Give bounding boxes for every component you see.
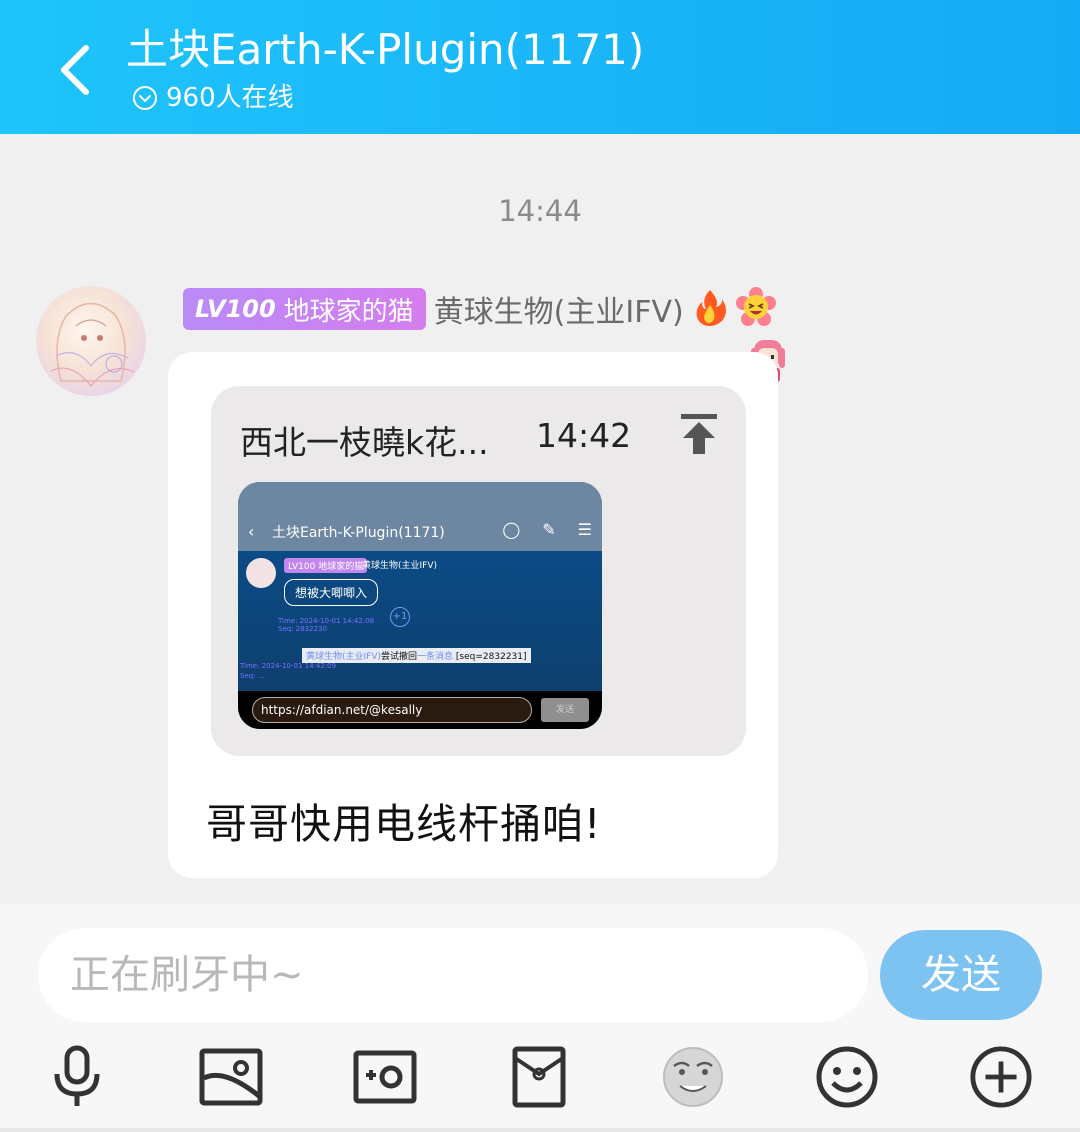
level-label: LV100 (195, 295, 276, 323)
emoji-icon[interactable] (815, 1044, 879, 1110)
screenshot-plus-one: +1 (390, 607, 410, 627)
screenshot-badge: LV100 地球家的猫 (284, 558, 368, 573)
online-count[interactable]: 960人在线 (132, 80, 294, 116)
quote-author: 西北一枝曉k花... (240, 423, 489, 462)
message-input[interactable]: 正在刷牙中~ (38, 928, 868, 1022)
sender-avatar[interactable] (36, 286, 146, 396)
message-timestamp: 14:44 (498, 194, 582, 228)
avatar-illustration (50, 302, 135, 387)
camera-icon[interactable] (353, 1044, 417, 1110)
screenshot-menu-icon: ☰ (577, 520, 592, 539)
sender-name-row: LV100 地球家的猫 黄球生物(主业IFV) (183, 287, 776, 331)
red-packet-icon[interactable] (507, 1044, 571, 1110)
screenshot-back-icon: ‹ (248, 522, 255, 541)
screenshot-bubble: 想被大唧唧入 (284, 579, 379, 606)
face-sticker-icon[interactable] (661, 1044, 725, 1110)
microphone-icon[interactable] (45, 1044, 109, 1110)
screenshot-meta: Time: 2024-10-01 14:42:08 Seq: 2832230 (278, 617, 375, 633)
chat-header: 土块Earth-K-Plugin(1171) 960人在线 (0, 0, 1080, 134)
message-text: 哥哥快用电线杆捅咱! (206, 800, 602, 848)
quoted-screenshot[interactable]: ‹ 土块Earth-K-Plugin(1171) ◯ ✎ ☰ LV100 地球家… (238, 482, 602, 729)
group-title[interactable]: 土块Earth-K-Plugin(1171) (126, 22, 644, 78)
screenshot-system-notice: 黄球生物(主业IFV)尝试撤回一条消息 [seq=2832231] (302, 648, 531, 663)
back-button[interactable] (50, 38, 102, 98)
screenshot-header: ‹ 土块Earth-K-Plugin(1171) ◯ ✎ ☰ (238, 482, 602, 551)
screenshot-send: 发送 (541, 698, 589, 722)
message-bubble[interactable]: 西北一枝曉k花... 14:42 ‹ 土块Earth-K-Plugin(1171… (168, 352, 778, 878)
screenshot-body: LV100 地球家的猫 黄球生物(主业IFV) 想被大唧唧入 +1 Time: … (238, 551, 602, 691)
chevron-left-icon (61, 45, 89, 95)
input-area: 正在刷牙中~ 发送 (0, 904, 1080, 1132)
laughing-flower-icon[interactable] (735, 287, 776, 331)
fire-icon[interactable] (690, 287, 730, 331)
online-count-text: 960人在线 (166, 83, 294, 113)
screenshot-input-bar: https://afdian.net/@kesally 发送 (238, 691, 602, 729)
level-badge[interactable]: LV100 地球家的猫 (183, 288, 426, 330)
screenshot-edit-icon: ✎ (542, 520, 556, 539)
sender-name[interactable]: 黄球生物(主业IFV) (434, 287, 684, 331)
bottom-divider (0, 1128, 1080, 1132)
screenshot-input: https://afdian.net/@kesally (252, 697, 532, 723)
screenshot-avatar (246, 558, 276, 588)
screenshot-title: 土块Earth-K-Plugin(1171) (272, 525, 445, 541)
screenshot-meta-2: Time: 2024-10-01 14:42:09 Seq: ... (240, 662, 337, 680)
plus-icon[interactable] (969, 1044, 1033, 1110)
screenshot-name: 黄球生物(主业IFV) (362, 561, 438, 571)
input-toolbar (0, 1044, 1080, 1114)
quote-time: 14:42 (536, 416, 632, 455)
chevron-down-circle-icon (133, 86, 157, 110)
level-title: 地球家的猫 (283, 296, 414, 327)
image-icon[interactable] (199, 1044, 263, 1110)
send-button[interactable]: 发送 (880, 930, 1042, 1020)
screenshot-chat-icon: ◯ (502, 520, 521, 539)
quoted-reply[interactable]: 西北一枝曉k花... 14:42 ‹ 土块Earth-K-Plugin(1171… (211, 386, 746, 756)
jump-to-quote-icon[interactable] (679, 412, 719, 456)
